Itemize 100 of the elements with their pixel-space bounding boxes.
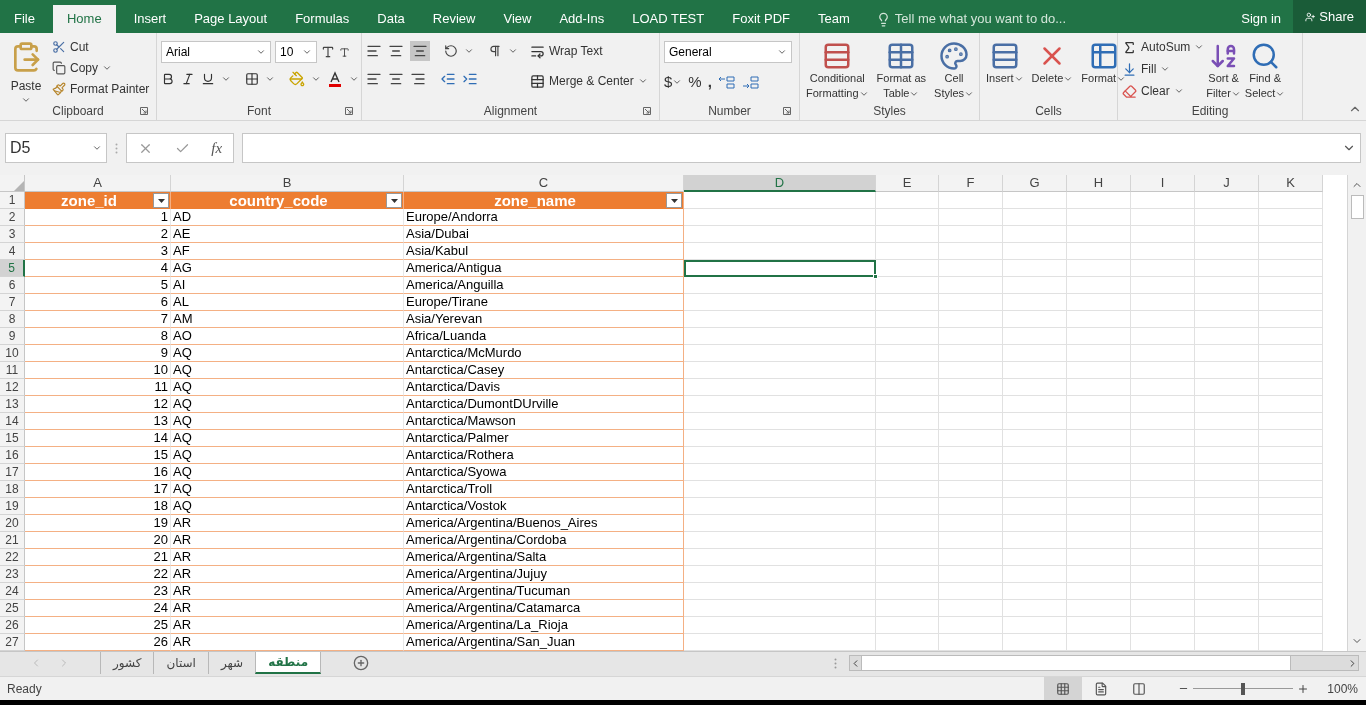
increase-decimal-icon[interactable] <box>717 75 736 90</box>
row-header[interactable]: 19 <box>0 498 25 515</box>
row-header[interactable]: 16 <box>0 447 25 464</box>
column-header[interactable]: I <box>1131 175 1195 192</box>
row-header[interactable]: 18 <box>0 481 25 498</box>
row-header[interactable]: 5 <box>0 260 25 277</box>
cell-styles-button[interactable]: Cell Styles <box>932 37 977 105</box>
insert-function-button[interactable]: fx <box>211 136 223 160</box>
share-button[interactable]: Share <box>1293 0 1366 33</box>
cut-button[interactable]: Cut <box>52 38 150 56</box>
vertical-scrollbar[interactable] <box>1347 175 1366 651</box>
font-name-dropdown[interactable]: Arial <box>161 41 271 63</box>
conditional-formatting-button[interactable]: Conditional Formatting <box>804 37 871 105</box>
row-header[interactable]: 22 <box>0 549 25 566</box>
row-header[interactable]: 14 <box>0 413 25 430</box>
filter-dropdown[interactable] <box>386 193 402 208</box>
merge-center-button[interactable]: Merge & Center <box>530 71 648 91</box>
column-header[interactable]: D <box>684 175 876 192</box>
decrease-decimal-icon[interactable] <box>741 75 760 90</box>
menu-tab[interactable]: Insert <box>119 5 181 33</box>
currency-button[interactable]: $ <box>664 71 683 94</box>
sheet-tab[interactable]: کشور <box>100 652 154 674</box>
grow-font-icon[interactable] <box>321 45 335 59</box>
italic-icon[interactable] <box>181 72 195 86</box>
font-size-dropdown[interactable]: 10 <box>275 41 317 63</box>
menu-tab[interactable]: LOAD TEST <box>618 5 719 33</box>
border-icon[interactable] <box>245 72 259 86</box>
insert-button[interactable]: Insert <box>984 37 1026 105</box>
zoom-in-icon[interactable] <box>1297 682 1310 695</box>
orientation-icon[interactable] <box>444 44 458 58</box>
row-header[interactable]: 13 <box>0 396 25 413</box>
view-button[interactable] <box>1044 676 1083 701</box>
row-header[interactable]: 3 <box>0 226 25 243</box>
align-center-icon[interactable] <box>388 71 404 87</box>
sheet-tab[interactable]: استان <box>153 652 208 674</box>
menu-tab[interactable]: Home <box>52 5 116 33</box>
column-header[interactable]: A <box>25 175 171 192</box>
formula-input[interactable] <box>242 133 1361 163</box>
row-header[interactable]: 20 <box>0 515 25 532</box>
increase-indent-icon[interactable] <box>462 71 478 87</box>
format-as-table-button[interactable]: Format as Table <box>874 37 929 105</box>
shrink-font-icon[interactable] <box>339 46 350 58</box>
number-format-dropdown[interactable]: General <box>664 41 792 63</box>
delete-button[interactable]: Delete <box>1029 37 1076 105</box>
menu-tab[interactable]: Page Layout <box>180 5 282 33</box>
row-header[interactable]: 7 <box>0 294 25 311</box>
fill-color-icon[interactable] <box>289 71 305 87</box>
sign-in-link[interactable]: Sign in <box>1229 5 1293 33</box>
name-box[interactable]: D5 <box>5 133 107 163</box>
middle-align-icon[interactable] <box>388 43 404 59</box>
top-align-icon[interactable] <box>366 43 382 59</box>
row-header[interactable]: 23 <box>0 566 25 583</box>
menu-tab[interactable]: File <box>0 5 49 33</box>
column-header[interactable]: J <box>1195 175 1259 192</box>
menu-tab[interactable]: Data <box>363 5 419 33</box>
bold-icon[interactable] <box>161 72 175 86</box>
font-color-icon[interactable] <box>327 71 343 87</box>
percent-button[interactable]: % <box>688 71 702 94</box>
dialog-launcher-icon[interactable] <box>783 107 791 115</box>
column-header[interactable]: F <box>939 175 1003 192</box>
filter-dropdown[interactable] <box>666 193 682 208</box>
row-header[interactable]: 17 <box>0 464 25 481</box>
row-header[interactable]: 26 <box>0 617 25 634</box>
row-header[interactable]: 10 <box>0 345 25 362</box>
menu-tab[interactable]: Add-Ins <box>545 5 619 33</box>
wrap-text-button[interactable]: Wrap Text <box>530 41 648 61</box>
row-header[interactable]: 4 <box>0 243 25 260</box>
column-header[interactable]: B <box>171 175 404 192</box>
column-header[interactable]: H <box>1067 175 1131 192</box>
row-header[interactable]: 25 <box>0 600 25 617</box>
resize-handle-icon[interactable] <box>834 658 838 669</box>
menu-tab[interactable]: View <box>489 5 546 33</box>
menu-tab[interactable]: Formulas <box>281 5 364 33</box>
underline-icon[interactable] <box>201 72 215 86</box>
row-header[interactable]: 1 <box>0 192 25 209</box>
align-left-icon[interactable] <box>366 71 382 87</box>
column-header[interactable]: G <box>1003 175 1067 192</box>
filter-dropdown[interactable] <box>153 193 169 208</box>
dialog-launcher-icon[interactable] <box>140 107 148 115</box>
row-header[interactable]: 11 <box>0 362 25 379</box>
dialog-launcher-icon[interactable] <box>643 107 651 115</box>
dialog-launcher-icon[interactable] <box>345 107 353 115</box>
bottom-align-button[interactable] <box>410 41 430 61</box>
sort-filter-button[interactable]: Sort & Filter <box>1204 37 1243 105</box>
menu-tab[interactable]: Foxit PDF <box>718 5 805 33</box>
find-select-button[interactable]: Find & Select <box>1242 37 1288 105</box>
copy-button[interactable]: Copy <box>52 59 150 77</box>
column-header[interactable]: K <box>1259 175 1323 192</box>
row-header[interactable]: 24 <box>0 583 25 600</box>
column-header[interactable]: E <box>876 175 939 192</box>
sheet-tab[interactable]: منطقه <box>255 652 322 674</box>
sheet-tab[interactable]: شهر <box>207 652 256 674</box>
paste-button[interactable]: Paste <box>4 37 48 105</box>
new-sheet-icon[interactable] <box>353 655 370 671</box>
column-header[interactable]: C <box>404 175 684 192</box>
selected-cell[interactable] <box>684 260 876 277</box>
align-right-icon[interactable] <box>410 71 426 87</box>
tell-me-field[interactable]: Tell me what you want to do... <box>875 5 1067 33</box>
row-header[interactable]: 15 <box>0 430 25 447</box>
menu-tab[interactable]: Review <box>418 5 490 33</box>
